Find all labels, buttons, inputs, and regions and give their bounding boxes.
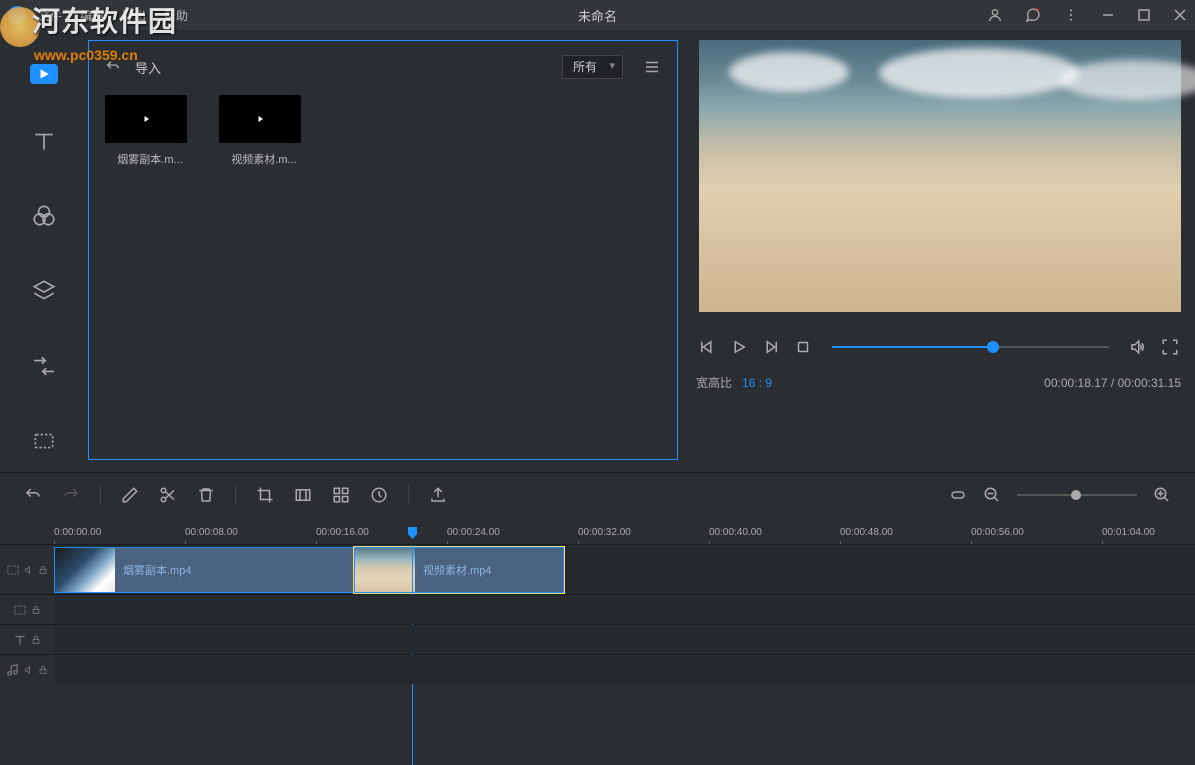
pip-track-icon	[13, 603, 27, 617]
play-icon	[251, 110, 269, 128]
stop-button[interactable]	[794, 338, 812, 356]
preview-slider[interactable]	[832, 346, 1109, 348]
media-thumbnail	[105, 95, 187, 143]
crop-button[interactable]	[256, 486, 274, 504]
volume-icon[interactable]	[1129, 338, 1147, 356]
text-track[interactable]	[0, 624, 1195, 654]
ruler-tick: 00:01:04.00	[1102, 527, 1155, 538]
track-head	[0, 655, 54, 684]
menu-edit[interactable]: 编辑	[80, 7, 104, 24]
ruler-tick: 00:00:16.00	[316, 527, 369, 538]
maximize-button[interactable]	[1137, 8, 1151, 22]
lock-icon[interactable]	[31, 605, 41, 615]
more-icon[interactable]	[1063, 7, 1079, 23]
sidebar-text[interactable]	[22, 122, 66, 159]
audio-track[interactable]	[0, 654, 1195, 684]
prev-frame-button[interactable]	[698, 338, 716, 356]
timeline-tracks: 烟雾副本.mp4 视频素材.mp4	[0, 544, 1195, 684]
text-track-icon	[13, 633, 27, 647]
sidebar-elements[interactable]	[22, 423, 66, 460]
media-item-label: 视频素材.m...	[219, 151, 309, 167]
aspect-ratio-label: 宽高比	[696, 374, 732, 391]
fullscreen-icon[interactable]	[1161, 338, 1179, 356]
ruler-tick: 0:00:00.00	[54, 527, 101, 538]
sidebar-overlays[interactable]	[22, 273, 66, 310]
user-icon[interactable]	[987, 7, 1003, 23]
lock-icon[interactable]	[38, 565, 48, 575]
pip-track[interactable]	[0, 594, 1195, 624]
list-view-icon[interactable]	[643, 58, 661, 76]
preview-panel: 宽高比 16 : 9 00:00:18.17 / 00:00:31.15	[678, 30, 1195, 460]
zoom-slider[interactable]	[1017, 494, 1137, 496]
duration-button[interactable]	[370, 486, 388, 504]
media-filter-select[interactable]: 所有	[562, 55, 623, 79]
preview-video	[699, 40, 1181, 312]
clip-thumbnail	[55, 548, 115, 592]
video-track-icon	[6, 563, 20, 577]
mosaic-button[interactable]	[332, 486, 350, 504]
chat-icon[interactable]	[1025, 7, 1041, 23]
clip-thumbnail	[355, 548, 415, 592]
import-button[interactable]: 导入	[135, 58, 161, 77]
media-thumbnail	[219, 95, 301, 143]
fit-button[interactable]	[949, 486, 967, 504]
clip-label: 烟雾副本.mp4	[115, 562, 191, 578]
sidebar	[0, 30, 88, 460]
preview-time: 00:00:18.17 / 00:00:31.15	[1044, 376, 1181, 390]
zoom-in-button[interactable]	[1153, 486, 1171, 504]
video-track[interactable]: 烟雾副本.mp4 视频素材.mp4	[0, 544, 1195, 594]
sidebar-filters[interactable]	[22, 197, 66, 234]
ruler-tick: 00:00:40.00	[709, 527, 762, 538]
undo-icon[interactable]	[105, 59, 121, 75]
redo-button[interactable]	[62, 486, 80, 504]
ruler-tick: 00:00:56.00	[971, 527, 1024, 538]
lock-icon[interactable]	[38, 665, 48, 675]
ruler-tick: 00:00:32.00	[578, 527, 631, 538]
titlebar: 文件 编辑 导出 帮助 未命名	[0, 0, 1195, 30]
app-logo	[8, 6, 26, 24]
zoom-out-button[interactable]	[983, 486, 1001, 504]
preview-controls	[696, 338, 1181, 356]
menu-help[interactable]: 帮助	[164, 7, 188, 24]
close-button[interactable]	[1173, 8, 1187, 22]
ruler-tick: 00:00:24.00	[447, 527, 500, 538]
audio-track-icon	[6, 663, 20, 677]
sidebar-media[interactable]	[30, 64, 58, 84]
track-head	[0, 545, 54, 594]
lock-icon[interactable]	[31, 635, 41, 645]
media-panel: 导入 所有 烟雾副本.m... 视频素材.m...	[88, 40, 678, 460]
window-title: 未命名	[578, 6, 617, 25]
ruler-tick: 00:00:48.00	[840, 527, 893, 538]
media-item[interactable]: 视频素材.m...	[219, 95, 309, 167]
play-button[interactable]	[730, 338, 748, 356]
crop-ratio-button[interactable]	[294, 486, 312, 504]
menu-file[interactable]: 文件	[38, 7, 62, 24]
delete-button[interactable]	[197, 486, 215, 504]
mute-icon[interactable]	[24, 665, 34, 675]
minimize-button[interactable]	[1101, 8, 1115, 22]
play-icon	[137, 110, 155, 128]
media-item-label: 烟雾副本.m...	[105, 151, 195, 167]
mute-icon[interactable]	[24, 565, 34, 575]
menu-export[interactable]: 导出	[122, 7, 146, 24]
undo-button[interactable]	[24, 486, 42, 504]
ruler-tick: 00:00:08.00	[185, 527, 238, 538]
timeline-clip[interactable]: 视频素材.mp4	[354, 547, 564, 593]
next-frame-button[interactable]	[762, 338, 780, 356]
timeline-toolbar	[0, 472, 1195, 516]
track-head	[0, 625, 54, 654]
sidebar-transitions[interactable]	[22, 348, 66, 385]
edit-button[interactable]	[121, 486, 139, 504]
split-button[interactable]	[159, 486, 177, 504]
timeline-clip[interactable]: 烟雾副本.mp4	[54, 547, 354, 593]
main-menu: 文件 编辑 导出 帮助	[38, 7, 188, 24]
export-button[interactable]	[429, 486, 447, 504]
aspect-ratio-value[interactable]: 16 : 9	[742, 376, 772, 390]
media-item[interactable]: 烟雾副本.m...	[105, 95, 195, 167]
clip-label: 视频素材.mp4	[415, 562, 491, 578]
track-head	[0, 595, 54, 624]
timeline-ruler[interactable]: 0:00:00.00 00:00:08.00 00:00:16.00 00:00:24…	[0, 516, 1195, 544]
